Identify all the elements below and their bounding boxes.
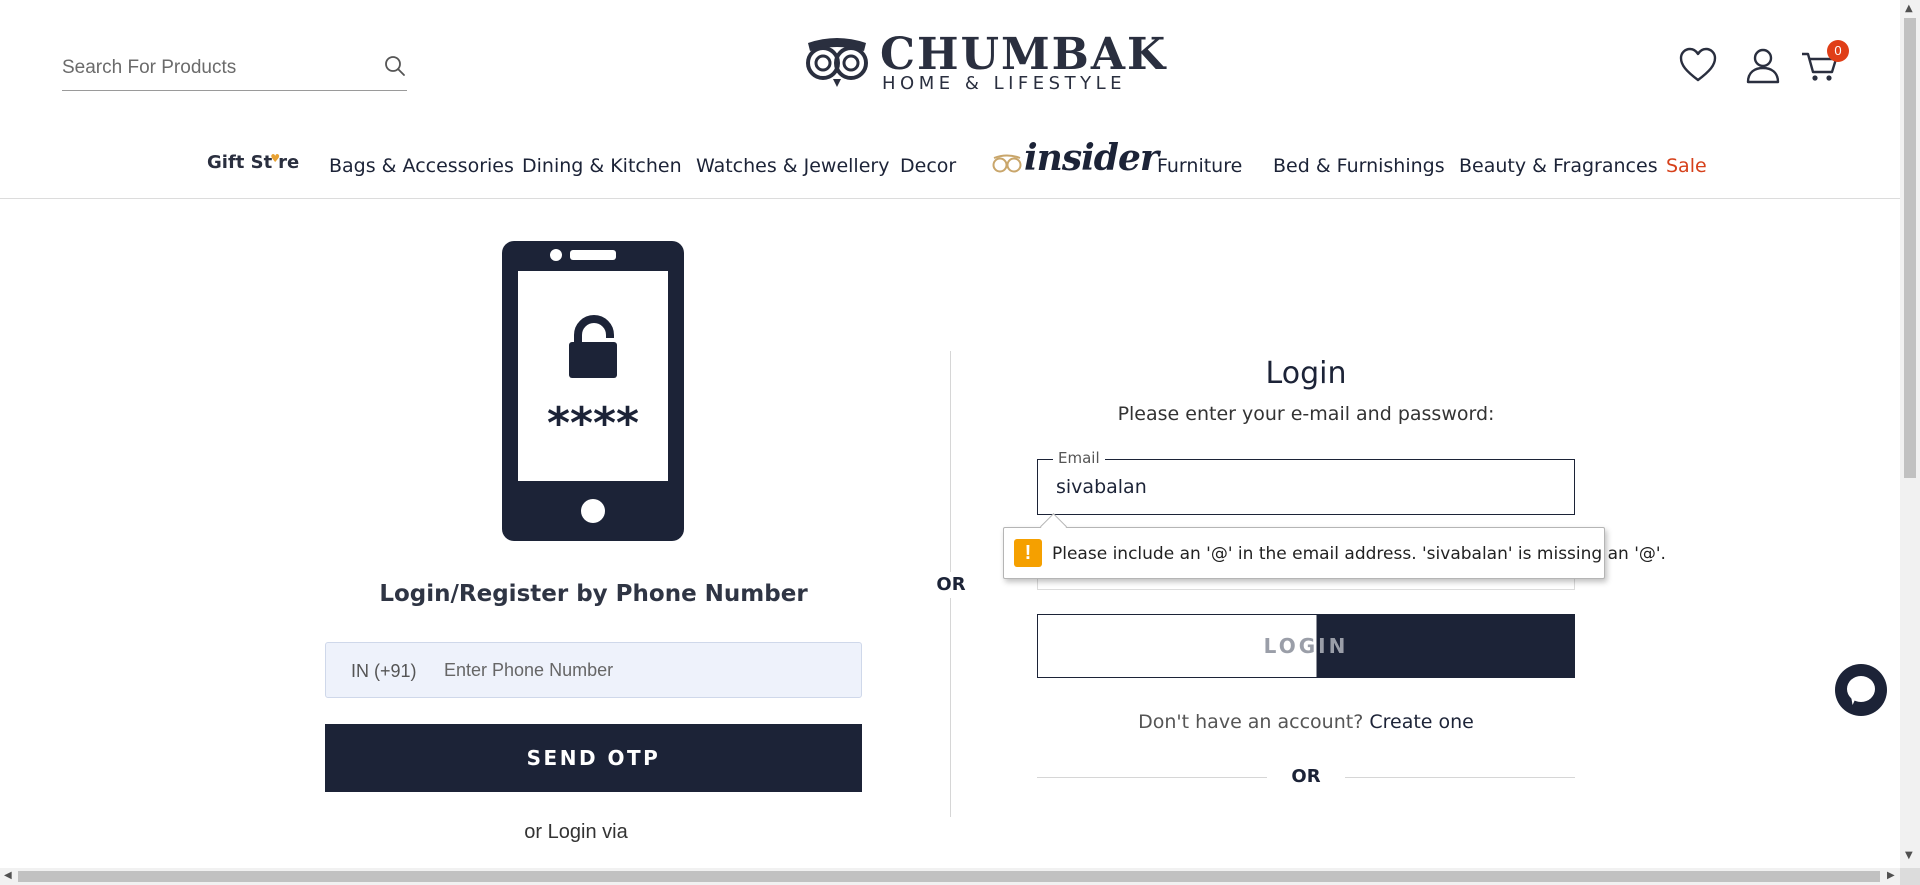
heart-icon: ♥	[270, 152, 281, 165]
phone-number-input[interactable]	[444, 653, 844, 687]
nav-sale[interactable]: Sale	[1666, 155, 1707, 177]
scroll-right-arrow-icon[interactable]: ▶	[1887, 870, 1895, 881]
search-input[interactable]	[62, 54, 362, 82]
search-bar	[62, 48, 407, 91]
scroll-down-arrow-icon[interactable]: ▼	[1905, 850, 1913, 861]
phone-lock-illustration: ****	[502, 241, 684, 541]
gift-store-label-end: re	[278, 152, 300, 173]
masked-pin-text: ****	[547, 398, 639, 449]
nav-watches-jewellery[interactable]: Watches & Jewellery	[696, 155, 889, 177]
search-icon[interactable]	[383, 54, 407, 78]
divider-line-left	[1037, 777, 1267, 778]
horizontal-scroll-thumb[interactable]	[18, 871, 1880, 882]
nav-decor[interactable]: Decor	[900, 155, 956, 177]
vertical-scrollbar[interactable]: ▲ ▼	[1900, 0, 1920, 868]
vertical-scroll-thumb[interactable]	[1904, 18, 1916, 478]
site-header: CHUMBAK HOME & LIFESTYLE 0 Gift St♥re Ba…	[0, 0, 1900, 199]
logo-name: CHUMBAK	[880, 29, 1168, 80]
nav-bed-furnishings[interactable]: Bed & Furnishings	[1273, 155, 1445, 177]
scroll-left-arrow-icon[interactable]: ◀	[4, 870, 12, 881]
email-field-label: Email	[1053, 449, 1105, 467]
signup-prompt: Don't have an account? Create one	[1037, 711, 1575, 733]
logo-tagline: HOME & LIFESTYLE	[882, 73, 1126, 94]
divider-line-right	[1345, 777, 1575, 778]
create-account-link[interactable]: Create one	[1369, 711, 1474, 733]
nav-bags-accessories[interactable]: Bags & Accessories	[329, 155, 514, 177]
email-validation-tooltip: ! Please include an '@' in the email add…	[1003, 527, 1666, 579]
horizontal-scrollbar[interactable]: ◀ ▶	[0, 868, 1900, 885]
login-button[interactable]: LOGIN	[1037, 614, 1575, 678]
chat-widget-button[interactable]	[1835, 664, 1887, 716]
owl-logo-icon	[806, 38, 868, 87]
send-otp-button[interactable]: SEND OTP	[325, 724, 862, 792]
no-account-text: Don't have an account?	[1138, 711, 1370, 733]
chumbak-logo[interactable]: CHUMBAK HOME & LIFESTYLE	[802, 33, 1165, 94]
insider-label: insider	[1024, 137, 1159, 179]
nav-beauty-fragrances[interactable]: Beauty & Fragrances	[1459, 155, 1658, 177]
nav-dining-kitchen[interactable]: Dining & Kitchen	[522, 155, 682, 177]
nav-insider[interactable]: insider	[990, 135, 1159, 185]
user-icon[interactable]	[1743, 46, 1783, 86]
scrollbar-corner	[1900, 868, 1920, 885]
phone-number-field: IN (+91)	[325, 642, 862, 698]
main-nav: Gift St♥re Bags & Accessories Dining & K…	[0, 130, 1900, 190]
country-code-selector[interactable]: IN (+91)	[351, 661, 417, 682]
nav-gift-store[interactable]: Gift St♥re	[207, 152, 299, 173]
nav-furniture[interactable]: Furniture	[1157, 155, 1242, 177]
or-separator: OR	[930, 572, 972, 598]
owl-icon	[992, 154, 1022, 173]
or-separator-horizontal: OR	[1291, 766, 1321, 787]
gift-store-label-start: Gift St	[207, 152, 273, 173]
cart-count-badge: 0	[1827, 40, 1849, 62]
login-via-text: or Login via	[524, 821, 628, 843]
warning-icon: !	[1014, 539, 1042, 567]
heart-icon[interactable]	[1678, 46, 1718, 86]
phone-login-heading: Login/Register by Phone Number	[379, 581, 808, 607]
email-field: Email	[1037, 449, 1575, 515]
validation-message: Please include an '@' in the email addre…	[1052, 544, 1666, 564]
email-input[interactable]	[1056, 472, 1556, 502]
login-title: Login	[1265, 356, 1347, 391]
scroll-up-arrow-icon[interactable]: ▲	[1905, 3, 1913, 14]
login-subtitle: Please enter your e-mail and password:	[1117, 403, 1495, 425]
